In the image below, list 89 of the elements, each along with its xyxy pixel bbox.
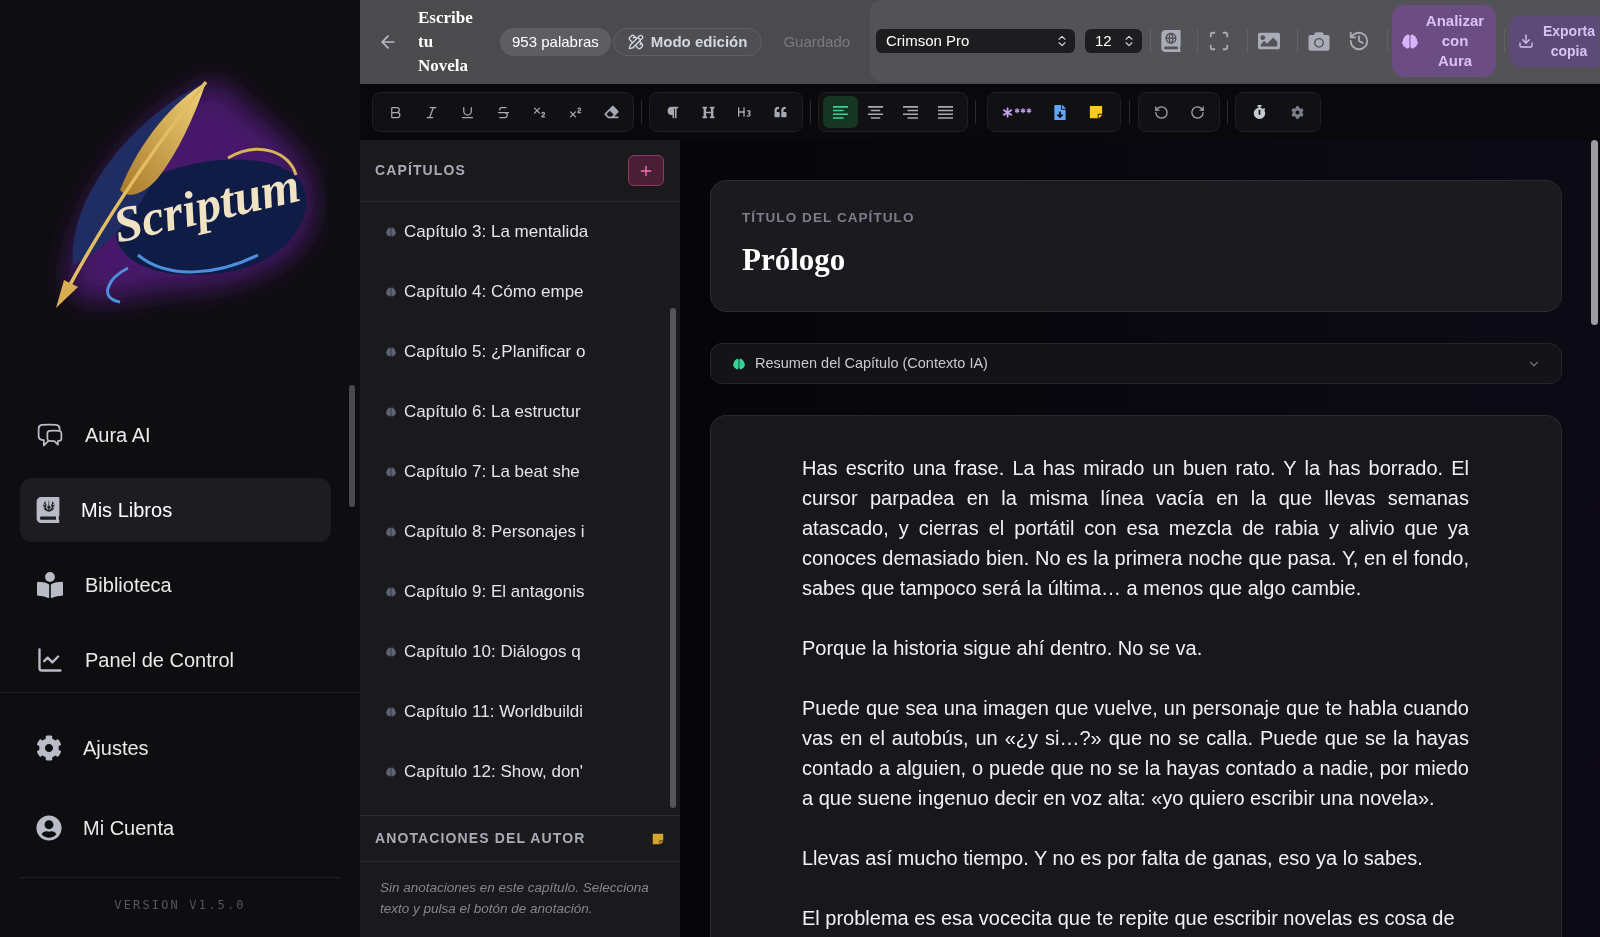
- scrollbar[interactable]: [1591, 140, 1598, 325]
- brain-icon: [386, 587, 396, 597]
- reader-icon: [36, 572, 64, 598]
- align-center-icon: [868, 105, 883, 119]
- font-select[interactable]: Crimson Pro: [876, 29, 1075, 53]
- chapter-item[interactable]: Capítulo 7: La beat she: [360, 442, 660, 502]
- subscript-icon: [531, 104, 547, 120]
- brain-icon: [386, 467, 396, 477]
- chapter-item[interactable]: Capítulo 12: Show, don': [360, 742, 660, 802]
- sticky-note-icon: [652, 832, 664, 845]
- eraser-icon: [603, 105, 619, 119]
- brain-icon: [386, 227, 396, 237]
- asterisks-icon: [1002, 106, 1034, 118]
- chapter-title-field[interactable]: Prólogo: [742, 241, 1561, 279]
- redo-icon: [1189, 104, 1205, 120]
- paragraph: Puede que sea una imagen que vuelve, un personaje que te habla cuando vas en el autobús, un «¿y si…?» que no se calla. Puede que se la hayas contado a alguien, o puede que no se la hayas contado a nadie, por miedo a que suene ingenuo decir en voz alta: «yo quiero escribir una novela».: [802, 696, 1469, 811]
- brain-icon: [386, 347, 396, 357]
- line-chart-icon: [36, 646, 64, 674]
- stopwatch-icon: [1252, 105, 1266, 119]
- chapter-item[interactable]: Capítulo 11: Worldbuildi: [360, 682, 660, 742]
- brain-icon: [386, 527, 396, 537]
- superscript-icon: [567, 104, 583, 120]
- chapter-item[interactable]: Capítulo 3: La mentalida: [360, 202, 660, 262]
- user-icon: [36, 815, 62, 841]
- nav-item[interactable]: Biblioteca: [20, 553, 331, 617]
- chat-bubbles-icon: [36, 421, 64, 449]
- brain-icon: [1402, 33, 1418, 49]
- camera-icon[interactable]: [1308, 30, 1330, 52]
- paragraph: El problema es esa vocecita que te repite que escribir novelas es cosa de: [802, 906, 1456, 931]
- nav-item[interactable]: Panel de Control: [20, 628, 331, 692]
- version-label: VERSION V1.5.0: [114, 897, 246, 913]
- export-button[interactable]: Exporta copia: [1509, 15, 1599, 67]
- annotations-empty-text: Sin anotaciones en este capítulo. Selecciona texto y pulsa el botón de anotación.: [379, 879, 650, 918]
- align-right-icon: [903, 105, 918, 119]
- brain-icon: [386, 407, 396, 417]
- italic-icon: [423, 104, 439, 120]
- file-download-icon: [1054, 104, 1066, 120]
- paragraph: Has escrito una frase. La has mirado un buen rato. Y la has borrado. El cursor parpadea en la misma línea vacía en la que llevas semanas atascado, y cierras el portátil con esa mezcla de rabia y alivio que ya conoces demasiado bien. No es la primera noche que pasa. Y, en el fondo, sabes que tampoco será la última… a menos que algo cambie.: [802, 456, 1469, 601]
- brain-icon: [386, 647, 396, 657]
- nav-item[interactable]: Mis Libros: [20, 478, 331, 542]
- nav-item[interactable]: Ajustes: [20, 716, 331, 780]
- chapter-item[interactable]: Capítulo 9: El antagonis: [360, 562, 660, 622]
- strikethrough-icon: [495, 104, 511, 120]
- sticky-note-icon: [1089, 105, 1103, 119]
- chapter-item[interactable]: Capítulo 5: ¿Planificar o: [360, 322, 660, 382]
- underline-icon: [459, 104, 475, 120]
- settings-icon: [1290, 105, 1304, 119]
- chapter-item[interactable]: Capítulo 6: La estructur: [360, 382, 660, 442]
- pencil-ruler-icon: [627, 34, 644, 50]
- add-chapter-button[interactable]: [628, 155, 664, 186]
- edit-mode-button[interactable]: Modo edición: [612, 28, 763, 56]
- align-left-icon: [833, 105, 848, 119]
- word-count-pill: 953 palabras: [500, 28, 611, 56]
- nav-item[interactable]: Mi Cuenta: [20, 796, 331, 860]
- brain-icon: [733, 357, 745, 370]
- brain-icon: [386, 767, 396, 777]
- alignment-button[interactable]: [823, 96, 858, 128]
- paragraph: Porque la historia sigue ahí dentro. No se va.: [802, 636, 1204, 661]
- scrollbar[interactable]: [670, 308, 676, 808]
- brain-icon: [386, 287, 396, 297]
- settings-icon: [36, 735, 62, 761]
- download-icon: [1518, 33, 1534, 49]
- chapters-heading: CAPÍTULOS: [375, 161, 466, 180]
- pilcrow-icon: [665, 105, 679, 119]
- chapter-title-label: TÍTULO DEL CAPÍTULO: [742, 209, 916, 227]
- align-justify-icon: [938, 105, 953, 119]
- editor-page[interactable]: [710, 415, 1562, 937]
- analyze-button[interactable]: Analizar con Aura: [1392, 5, 1496, 77]
- image-icon[interactable]: [1258, 30, 1280, 52]
- font-size-select[interactable]: 12: [1085, 29, 1142, 53]
- fullscreen-icon[interactable]: [1208, 30, 1230, 52]
- undo-icon: [1153, 104, 1169, 120]
- annotations-heading: ANOTACIONES DEL AUTOR: [375, 829, 586, 848]
- book-title: Escribe tu Novela: [418, 7, 474, 77]
- chapter-item[interactable]: Capítulo 4: Cómo empe: [360, 262, 660, 322]
- chapter-item[interactable]: Capítulo 8: Personajes i: [360, 502, 660, 562]
- heading-icon: [701, 105, 715, 119]
- book-icon: [36, 497, 60, 523]
- paragraph: Llevas así mucho tiempo. Y no es por falta de ganas, eso ya lo sabes.: [802, 846, 1424, 871]
- quote-icon: [773, 106, 787, 118]
- nav-item[interactable]: Aura AI: [20, 403, 331, 467]
- history-icon[interactable]: [1348, 30, 1370, 52]
- heading-three-icon: [736, 104, 752, 120]
- logo-wordmark: Scriptum: [108, 159, 305, 251]
- chapter-item[interactable]: Capítulo 10: Diálogos q: [360, 622, 660, 682]
- summary-accordion[interactable]: Resumen del Capítulo (Contexto IA): [710, 343, 1562, 384]
- brain-icon: [386, 707, 396, 717]
- globe-book-icon[interactable]: [1161, 30, 1181, 52]
- scrollbar[interactable]: [349, 385, 355, 507]
